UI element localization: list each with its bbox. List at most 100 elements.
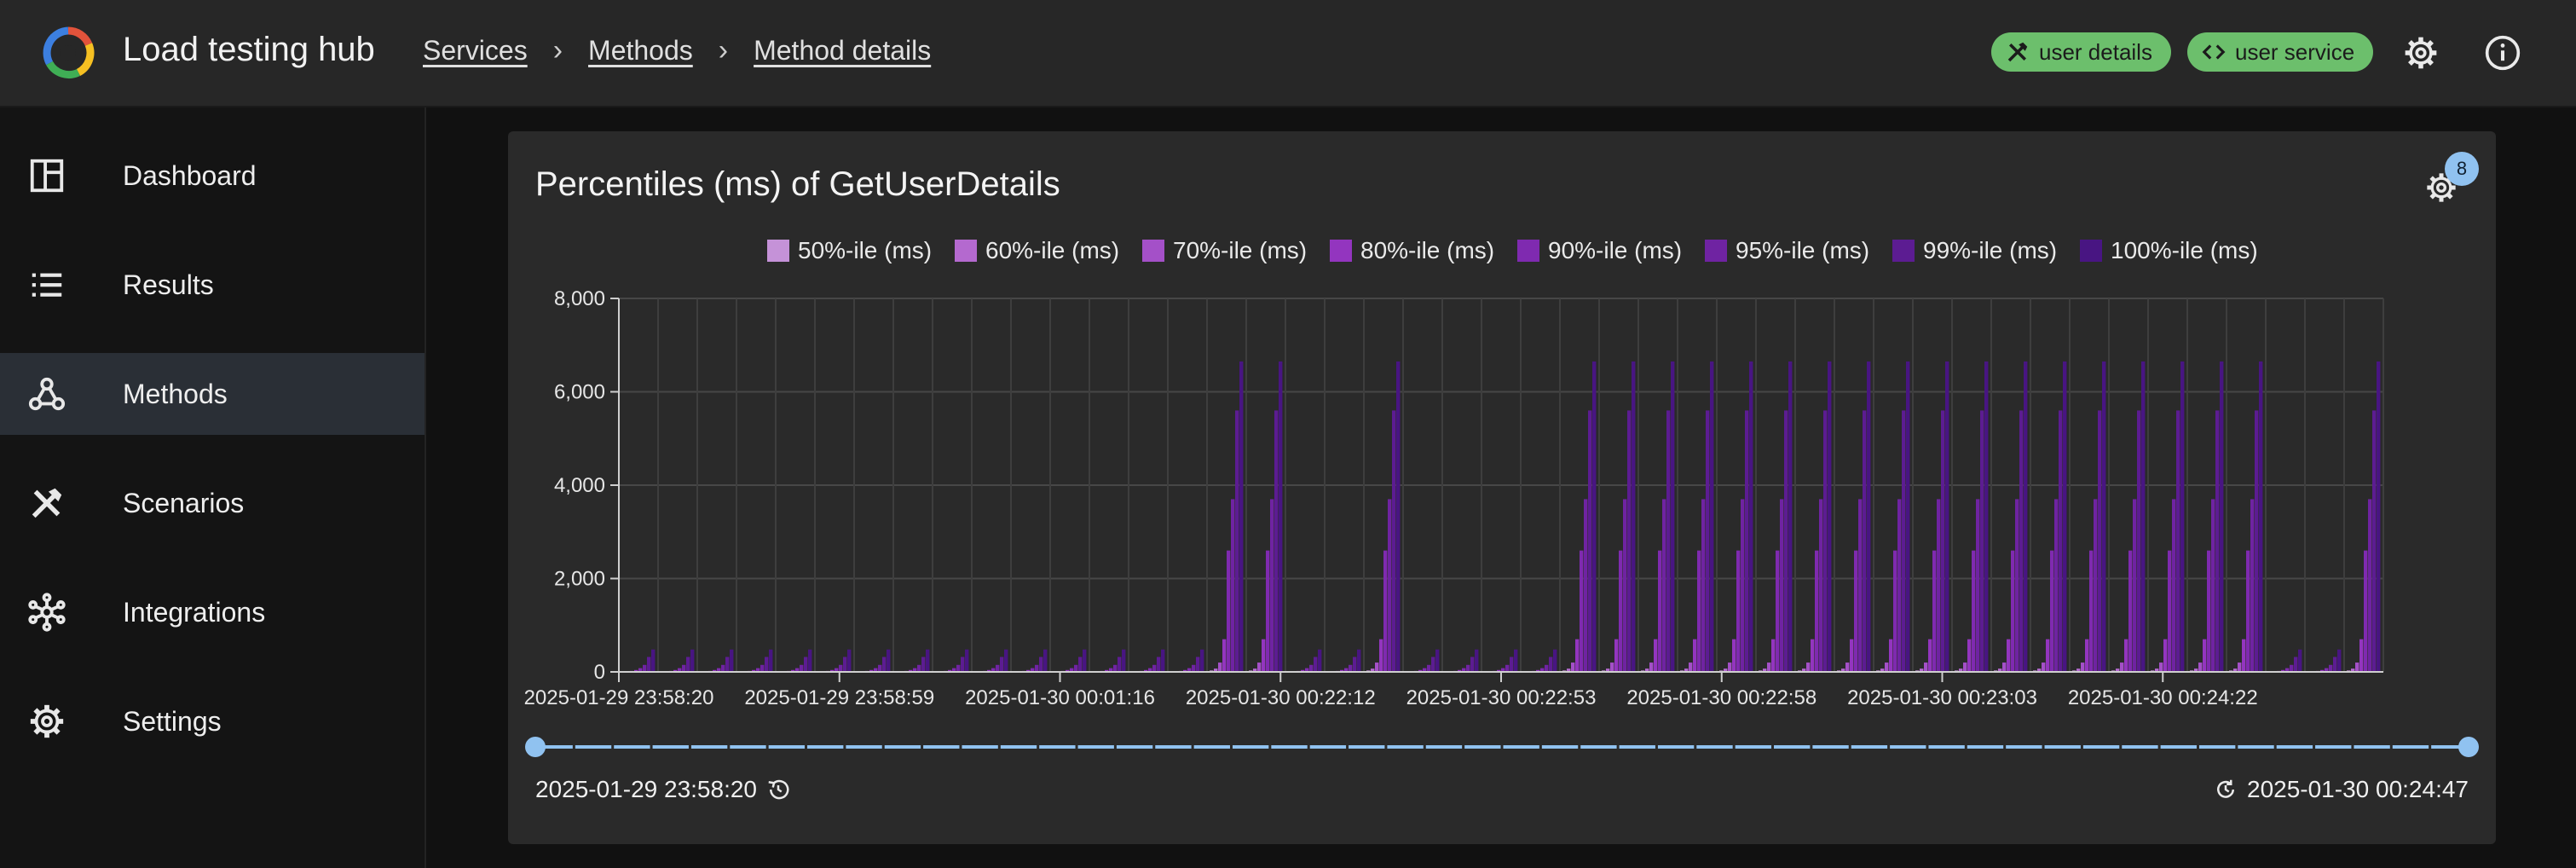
chart-bar (760, 664, 765, 672)
chart-bar (1122, 649, 1126, 672)
chart-bar (1928, 639, 1932, 672)
top-app-bar: Load testing hub Services › Methods › Me… (0, 0, 2576, 107)
chart-bar (2250, 499, 2255, 672)
chart-bar (887, 649, 891, 672)
range-start: 2025-01-29 23:58:20 (535, 776, 791, 803)
history-icon[interactable] (765, 777, 791, 802)
range-slider-end-handle[interactable] (2458, 737, 2479, 757)
legend-label: 90%-ile (ms) (1548, 237, 1682, 263)
range-slider-start-handle[interactable] (525, 737, 546, 757)
legend-swatch (767, 240, 789, 262)
chart-bar (2259, 361, 2263, 672)
x-tick-label: 2025-01-30 00:22:53 (1406, 686, 1597, 709)
breadcrumb-method-details-link[interactable]: Method details (754, 35, 931, 67)
chart-bar (1549, 657, 1553, 672)
sidebar-item-methods[interactable]: Methods (0, 353, 425, 435)
chart-bar (1388, 499, 1392, 672)
chip-user-details[interactable]: user details (1991, 32, 2171, 72)
breadcrumb-methods-link[interactable]: Methods (588, 35, 693, 67)
chart-bar (1858, 499, 1863, 672)
y-tick-label: 6,000 (554, 381, 605, 404)
chart-bar (2007, 639, 2011, 672)
sidebar-item-label: Dashboard (123, 159, 257, 191)
chart-bar (1043, 649, 1048, 672)
chart-bar (765, 657, 769, 672)
sidebar-item-integrations[interactable]: Integrations (0, 571, 425, 653)
chart-bar (1710, 361, 1714, 672)
chart-bar (1231, 499, 1235, 672)
breadcrumb: Services › Methods › Method details (423, 34, 931, 67)
chart-bar (2255, 410, 2259, 672)
chart-bar (647, 657, 651, 672)
chart-bar (1980, 410, 1984, 672)
chart-bar (1815, 550, 1819, 672)
sidebar-item-results[interactable]: Results (0, 244, 425, 326)
chart-bar (690, 649, 695, 672)
chart-bar (1357, 649, 1361, 672)
chart-bar (1745, 410, 1749, 672)
settings-count-badge: 8 (2445, 152, 2479, 186)
hammer-wrench-icon (2007, 42, 2028, 62)
x-tick-label: 2025-01-30 00:22:12 (1186, 686, 1376, 709)
chart-bar (1893, 550, 1897, 672)
chart-bar (2168, 550, 2172, 672)
sidebar-item-label: Methods (123, 378, 228, 409)
legend-label: 50%-ile (ms) (798, 237, 932, 263)
chart-bar (1375, 663, 1379, 672)
chart-bar (1309, 664, 1314, 672)
chip-user-service[interactable]: user service (2187, 32, 2374, 72)
y-tick-label: 4,000 (554, 474, 605, 497)
legend-swatch (1705, 240, 1727, 262)
chart-bar (1867, 361, 1871, 672)
chart-bar (1619, 550, 1623, 672)
chart-bar (1192, 664, 1196, 672)
chart-bar (1218, 663, 1222, 672)
chip-label: user service (2235, 38, 2355, 65)
chart-bar (2246, 550, 2250, 672)
hammer-wrench-icon (32, 488, 62, 518)
info-icon[interactable] (2484, 34, 2521, 72)
chart-bar (804, 657, 808, 672)
chart-bar (2359, 639, 2364, 672)
chart-bar (1349, 664, 1353, 672)
app-logo-icon (43, 26, 95, 79)
chart-bar (1314, 657, 1318, 672)
sidebar-item-dashboard[interactable]: Dashboard (0, 135, 425, 217)
chart-bar (1392, 410, 1396, 672)
chart-bar (2377, 361, 2381, 672)
gear-icon[interactable] (2402, 34, 2440, 72)
chart-bar (1035, 664, 1039, 672)
chart-bar (2102, 361, 2106, 672)
chart-bar (2238, 663, 2242, 672)
update-icon[interactable] (2213, 777, 2238, 802)
chart-bar (1897, 499, 1902, 672)
range-end-label: 2025-01-30 00:24:47 (2247, 776, 2469, 802)
chart-bar (1004, 649, 1008, 672)
chart-bar (847, 649, 852, 672)
chart-bar (2211, 499, 2215, 672)
chart-bar (2207, 550, 2211, 672)
chart-bar (1274, 410, 1279, 672)
breadcrumb-services-link[interactable]: Services (423, 35, 528, 67)
chart-bar (2063, 361, 2067, 672)
sidebar-item-settings[interactable]: Settings (0, 680, 425, 762)
chart-bar (2054, 499, 2059, 672)
x-tick-label: 2025-01-29 23:58:59 (744, 686, 934, 709)
chart-bar (1627, 410, 1632, 672)
chart-bar (921, 657, 926, 672)
hub-icon (28, 593, 66, 632)
chart-bar (1379, 639, 1383, 672)
chart-bar (2372, 410, 2377, 672)
chart-bar (1475, 649, 1479, 672)
chart-bar (1649, 663, 1654, 672)
chart-bar (2198, 663, 2203, 672)
legend-label: 80%-ile (ms) (1360, 237, 1494, 263)
sidebar-item-label: Scenarios (123, 487, 245, 518)
chart-bar (2050, 550, 2054, 672)
chart-bar (2294, 657, 2298, 672)
sidebar-item-scenarios[interactable]: Scenarios (0, 462, 425, 544)
chart-bar (839, 664, 843, 672)
legend-swatch (1892, 240, 1915, 262)
chart-bar (1976, 499, 1980, 672)
chart-bar (2141, 361, 2146, 672)
